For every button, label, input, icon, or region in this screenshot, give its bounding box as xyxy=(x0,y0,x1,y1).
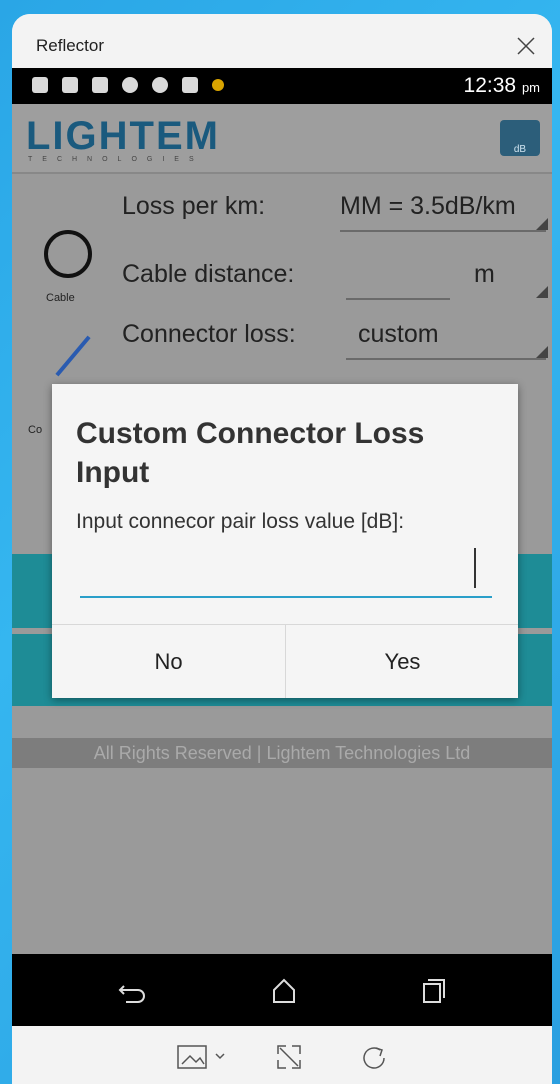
chat-icon xyxy=(182,77,198,93)
dialog-message: Input connecor pair loss value [dB]: xyxy=(76,510,405,533)
home-icon[interactable] xyxy=(268,974,300,1006)
connector-loss-underline xyxy=(346,358,546,360)
message-icon xyxy=(92,77,108,93)
fullscreen-icon[interactable] xyxy=(274,1042,304,1072)
connector-loss-row: Connector loss: custom xyxy=(12,320,552,360)
reflector-toolbar xyxy=(12,1026,552,1084)
distance-unit-select[interactable]: m xyxy=(474,260,495,289)
connector-label: Co xyxy=(28,424,43,436)
db-badge[interactable]: dB xyxy=(500,120,540,156)
status-bar: 12:38 pm xyxy=(12,68,552,104)
screenshot-icon[interactable] xyxy=(176,1042,228,1072)
footer: All Rights Reserved | Lightem Technologi… xyxy=(12,738,552,768)
logo-subtitle: TECHNOLOGIES xyxy=(28,156,204,163)
yes-button[interactable]: Yes xyxy=(286,625,519,698)
app-screen: LIGHTEM TECHNOLOGIES dB Cable Co Loss pe… xyxy=(12,104,552,954)
close-icon[interactable] xyxy=(516,36,536,56)
loss-per-km-row: Loss per km: MM = 3.5dB/km xyxy=(12,192,552,232)
text-cursor xyxy=(474,548,476,588)
notification-icon xyxy=(32,77,48,93)
cable-distance-label: Cable distance: xyxy=(122,260,295,288)
loss-per-km-label: Loss per km: xyxy=(122,192,266,220)
android-nav-bar xyxy=(12,954,552,1026)
no-button[interactable]: No xyxy=(52,625,285,698)
custom-connector-loss-dialog: Custom Connector Loss Input Input connec… xyxy=(52,384,518,698)
title-bar: Reflector xyxy=(12,14,552,64)
reflector-window: Reflector 12:38 pm LIGHTEM TECHNOLOGIES … xyxy=(12,14,552,1084)
whatsapp-icon xyxy=(122,77,138,93)
cable-distance-input[interactable] xyxy=(346,298,450,300)
phone-screen: 12:38 pm LIGHTEM TECHNOLOGIES dB Cable C… xyxy=(12,68,552,1026)
back-icon[interactable] xyxy=(116,974,148,1006)
connector-loss-label: Connector loss: xyxy=(122,320,296,348)
dot-icon xyxy=(212,79,224,91)
notification-icons xyxy=(32,77,224,93)
footer-text: All Rights Reserved | Lightem Technologi… xyxy=(93,743,471,763)
connector-loss-input[interactable] xyxy=(80,548,492,598)
dropdown-arrow-icon xyxy=(536,346,548,358)
status-time: 12:38 pm xyxy=(463,74,540,97)
loss-per-km-select[interactable]: MM = 3.5dB/km xyxy=(340,192,516,221)
window-title: Reflector xyxy=(36,36,105,55)
dropdown-arrow-icon xyxy=(536,218,548,230)
cable-distance-row: Cable distance: m xyxy=(12,260,552,300)
app-header: LIGHTEM TECHNOLOGIES dB xyxy=(12,104,552,174)
loss-per-km-underline xyxy=(340,230,546,232)
recents-icon[interactable] xyxy=(418,974,450,1006)
logo: LIGHTEM xyxy=(26,114,220,158)
rotate-icon[interactable] xyxy=(358,1042,390,1072)
connector-loss-select[interactable]: custom xyxy=(358,320,439,349)
dialog-title: Custom Connector Loss Input xyxy=(76,417,425,489)
facebook-icon xyxy=(62,77,78,93)
dropdown-arrow-icon xyxy=(536,286,548,298)
viber-icon xyxy=(152,77,168,93)
